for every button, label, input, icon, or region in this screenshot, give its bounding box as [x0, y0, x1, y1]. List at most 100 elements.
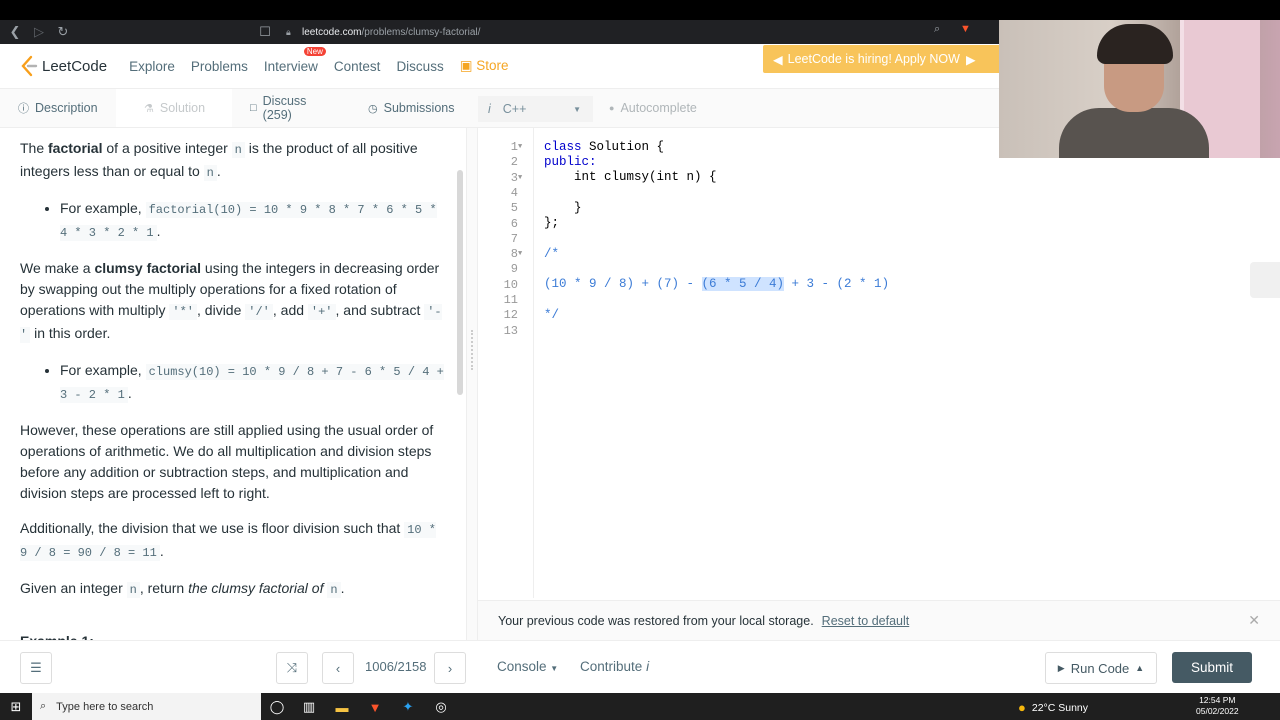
text: Given an integer — [20, 580, 127, 596]
text: , return — [139, 580, 189, 596]
app-icon[interactable]: ◎ — [430, 696, 452, 718]
nav-problems[interactable]: Problems — [191, 59, 248, 74]
tab-submissions[interactable]: ◷ Submissions — [350, 89, 468, 127]
hiring-banner[interactable]: ◀ LeetCode is hiring! Apply NOW ▶ — [763, 45, 1001, 73]
line-number: 9 — [510, 262, 518, 277]
leetcode-logo[interactable]: LeetCode — [20, 55, 107, 77]
reset-to-default-link[interactable]: Reset to default — [822, 614, 910, 628]
cortana-icon[interactable]: ◯ — [266, 696, 288, 718]
run-code-button[interactable]: ▶ Run Code ▲ — [1045, 652, 1157, 684]
problem-list-button[interactable]: ☰ — [20, 652, 52, 684]
megaphone-icon-right: ▶ — [965, 52, 976, 67]
language-select[interactable]: i C++ ▼ — [478, 96, 593, 122]
text: . — [156, 223, 161, 239]
bold-term: factorial — [48, 140, 103, 156]
vscode-icon[interactable]: ✦ — [397, 696, 419, 718]
chevron-left-icon: ‹ — [335, 660, 341, 676]
taskbar-search[interactable]: ⌕ Type here to search — [32, 693, 261, 720]
file-explorer-icon[interactable]: ▬ — [331, 696, 353, 718]
text: , divide — [197, 302, 246, 318]
desc-paragraph-3: However, these operations are still appl… — [20, 422, 434, 501]
inline-code: n — [231, 142, 245, 158]
example-heading: Example 1: — [20, 631, 446, 640]
url-domain: leetcode.com — [302, 26, 362, 38]
taskbar-clock[interactable]: 12:54 PM 05/02/2022 — [1196, 695, 1239, 717]
text: , and subtract — [335, 302, 425, 318]
close-icon[interactable]: ✕ — [1248, 612, 1260, 629]
inline-code: n — [327, 582, 341, 598]
flask-icon: ⚗ — [144, 102, 154, 115]
windows-start-icon[interactable]: ⊞ — [5, 696, 27, 718]
text: . — [216, 163, 221, 179]
comment-text: /* — [544, 247, 560, 261]
tab-submissions-label: Submissions — [383, 101, 455, 115]
comment-text: */ — [544, 308, 560, 322]
reload-icon[interactable]: ↻ — [51, 20, 75, 44]
back-icon[interactable]: ❮ — [3, 20, 27, 44]
line-number-row: 9 — [478, 262, 1278, 277]
code-text: public: — [544, 155, 597, 169]
problem-pager: 1006/2158 — [365, 659, 427, 674]
contribute-button[interactable]: Contribute i — [580, 659, 649, 674]
autocomplete-toggle[interactable]: ● Autocomplete — [609, 101, 697, 115]
desc-list-2: For example, clumsy(10) = 10 * 9 / 8 + 7… — [60, 360, 446, 406]
desc-paragraph-1: The factorial of a positive integer n is… — [20, 138, 446, 184]
address-bar[interactable]: 🔒︎ leetcode.com/problems/clumsy-factoria… — [250, 22, 1000, 42]
nav-contest[interactable]: Contest — [334, 59, 381, 74]
console-toggle[interactable]: Console ▼ — [497, 659, 558, 674]
info-icon: i — [646, 659, 650, 674]
nav-discuss[interactable]: Discuss — [396, 59, 443, 74]
clock-date: 05/02/2022 — [1196, 706, 1239, 716]
leetcode-logo-icon — [21, 55, 38, 77]
text: . — [159, 543, 164, 559]
weather-widget[interactable]: ● 22°C Sunny — [1018, 700, 1088, 715]
zoom-icon[interactable]: ⌕ — [934, 23, 940, 36]
browser-top-strip — [0, 0, 1280, 20]
dot-icon: ● — [609, 103, 615, 113]
lock-icon: 🔒︎ — [286, 26, 291, 37]
person-body — [1059, 108, 1209, 158]
tab-discuss[interactable]: □ Discuss (259) — [232, 89, 350, 127]
brave-shield-icon[interactable]: ▼ — [960, 23, 971, 35]
emphasis: the clumsy factorial of — [188, 580, 328, 596]
nav-explore[interactable]: Explore — [129, 59, 175, 74]
chevron-right-icon: › — [447, 660, 453, 676]
code-line-8: /* — [478, 247, 1278, 262]
next-problem-button[interactable]: › — [434, 652, 466, 684]
nav-store[interactable]: ▣ Store — [460, 58, 509, 74]
nav-interview[interactable]: Interview New — [264, 46, 326, 74]
side-panel-tab[interactable] — [1250, 262, 1280, 298]
code-text: int clumsy(int n) { — [544, 170, 717, 184]
info-icon: i — [488, 102, 491, 116]
brave-browser-icon[interactable]: ▼ — [364, 696, 386, 718]
random-problem-button[interactable]: ⤨ — [276, 652, 308, 684]
selected-text: (6 * 5 / 4) — [701, 277, 785, 291]
inline-code: n — [126, 582, 140, 598]
tab-solution[interactable]: ⚗ Solution — [116, 89, 232, 127]
nav-store-label: Store — [476, 58, 509, 73]
description-scrollbar[interactable] — [457, 170, 463, 395]
restore-message: Your previous code was restored from you… — [498, 613, 814, 628]
code-editor[interactable]: 1 ▼ 2 3 ▼ 4 5 6 7 8 ▼ 9 10 11 12 13 class Solution { pu… — [478, 128, 1280, 598]
splitter-grip[interactable] — [471, 330, 473, 370]
task-view-icon[interactable]: ▥ — [298, 696, 320, 718]
line-number-row: 4 — [478, 186, 1278, 201]
desc-list-1: For example, factorial(10) = 10 * 9 * 8 … — [60, 198, 446, 244]
line-number: 11 — [503, 293, 518, 307]
console-label: Console — [497, 659, 547, 674]
person-hair — [1097, 24, 1173, 64]
prev-problem-button[interactable]: ‹ — [322, 652, 354, 684]
tab-description[interactable]: ⓘ Description — [0, 89, 116, 127]
logo-text: LeetCode — [42, 57, 108, 75]
panel-splitter[interactable] — [466, 128, 478, 640]
desc-paragraph-2: We make a clumsy factorial using the int… — [20, 258, 446, 346]
restore-notice: Your previous code was restored from you… — [478, 600, 1280, 640]
megaphone-icon: ◀ — [773, 52, 783, 67]
chat-icon: □ — [250, 102, 257, 114]
text: For example, — [60, 362, 146, 378]
forward-icon[interactable]: ▷ — [27, 20, 51, 44]
submit-button[interactable]: Submit — [1172, 652, 1252, 683]
comment-text: + 3 - (2 * 1) — [784, 277, 890, 291]
chevron-down-icon: ▼ — [573, 104, 581, 114]
keyword: class — [544, 140, 582, 154]
